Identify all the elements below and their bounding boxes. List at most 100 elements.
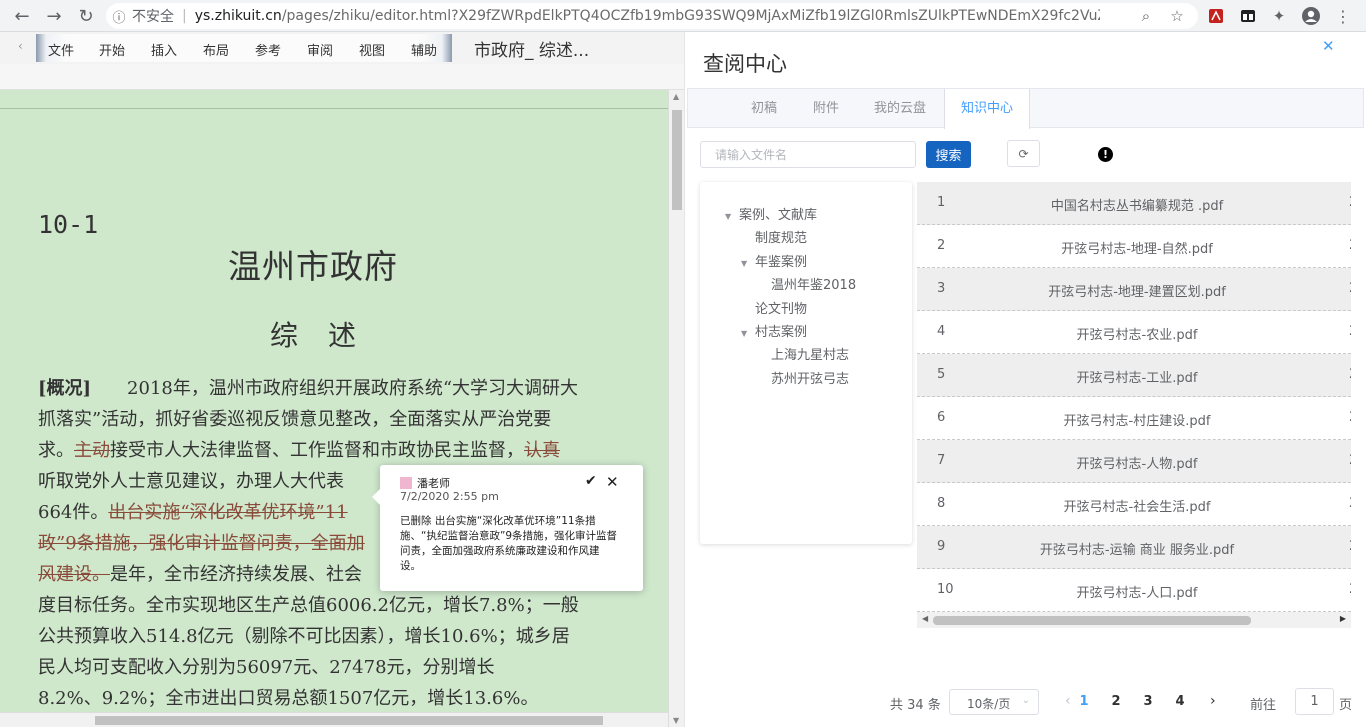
scroll-right-icon[interactable]: ▶ [1340,614,1346,623]
horizontal-scrollbar[interactable] [0,712,668,727]
vertical-scrollbar[interactable]: ▲ ▼ [668,90,684,727]
file-name: 中国名村志丛书编纂规范 .pdf [1050,199,1224,214]
line-text: 求。 [38,440,74,461]
address-bar[interactable]: ⓘ 不安全 | ys.zhikuit.cn/pages/zhiku/editor… [106,3,1198,29]
tree-node[interactable]: 上海九星村志 [757,344,849,363]
info-icon[interactable]: ⓘ [106,7,132,26]
menu-insert[interactable]: 插入 [151,40,177,59]
table-row[interactable]: 9 开弦弓村志-运输 商业 服务业.pdf 2 [917,526,1351,569]
url-text[interactable]: ys.zhikuit.cn/pages/zhiku/editor.html?X2… [195,8,1100,24]
document-page[interactable]: 10-1 温州市政府 综述 [概况] 2018年，温州市政府组织开展政府系统“大… [0,90,668,712]
scroll-down-icon[interactable]: ▼ [673,716,679,725]
tree-node-label: 上海九星村志 [771,348,850,364]
file-name: 开弦弓村志-地理-自然.pdf [1061,242,1213,257]
forward-icon[interactable]: → [42,4,66,28]
menu-assist[interactable]: 辅助 [411,40,437,59]
tab-attachments[interactable]: 附件 [795,89,857,128]
back-icon[interactable]: ← [10,4,34,28]
refresh-icon[interactable]: ⟳ [1007,140,1040,167]
comment-pointer [372,489,380,505]
line-text: 8.2%、9.2%；全市进出口贸易总额1507亿元，增长13.6%。 [38,688,539,709]
tree-node[interactable]: 温州年鉴2018 [757,274,856,293]
page-1[interactable]: 1 [1074,694,1094,709]
document-title: 温州市政府 [228,247,398,286]
file-index: 3 [937,281,946,296]
table-horizontal-scrollbar[interactable]: ◀ ▶ [917,612,1351,628]
table-row[interactable]: 2 开弦弓村志-地理-自然.pdf 2 [917,225,1351,268]
table-row[interactable]: 6 开弦弓村志-村庄建设.pdf 2 [917,397,1351,440]
menu-home[interactable]: 开始 [99,40,125,59]
close-icon[interactable]: ✕ [606,473,619,491]
table-row[interactable]: 1 中国名村志丛书编纂规范 .pdf 2 [917,182,1351,225]
page-4[interactable]: 4 [1170,694,1190,709]
file-cut-column: 2 [1349,238,1351,253]
line-text: 公共预算收入514.8亿元（剔除不可比因素），增长10.6%；城乡居 [38,626,570,647]
file-cut-column: 2 [1349,496,1351,511]
file-name: 开弦弓村志-人口.pdf [1076,586,1198,601]
caret-down-icon[interactable]: ▼ [741,329,755,338]
deleted-text: 认真 [524,440,560,461]
pdf-extension-icon[interactable] [1205,5,1227,27]
file-index: 5 [937,367,946,382]
collapse-left-icon[interactable]: ‹ [18,39,23,53]
file-index: 7 [937,453,946,468]
profile-avatar-icon[interactable] [1300,5,1322,27]
document-number: 10-1 [38,210,99,239]
table-row[interactable]: 8 开弦弓村志-社会生活.pdf 2 [917,483,1351,526]
reload-icon[interactable]: ↻ [74,4,98,28]
page-2[interactable]: 2 [1106,694,1126,709]
file-name: 开弦弓村志-人物.pdf [1076,457,1198,472]
tree-node[interactable]: 制度规范 [741,227,807,246]
ruler [0,64,684,90]
check-icon[interactable]: ✔ [585,473,597,489]
goto-label: 前往 [1250,698,1277,713]
table-scroll-thumb[interactable] [933,616,1251,625]
goto-page-input[interactable]: 1 [1295,688,1334,715]
file-index: 4 [937,324,946,339]
zoom-icon[interactable]: ⌕ [1135,6,1157,26]
tab-knowledge-center[interactable]: 知识中心 [944,89,1030,129]
total-count: 共 34 条 [890,698,941,713]
tab-my-cloud[interactable]: 我的云盘 [857,89,943,128]
search-button[interactable]: 搜索 [926,141,971,168]
menu-review[interactable]: 审阅 [307,40,333,59]
alert-icon: ! [1098,147,1113,162]
caret-down-icon[interactable]: ▼ [741,259,755,268]
menu-references[interactable]: 参考 [255,40,281,59]
comment-body: 已删除 出台实施“深化改革优环境”11条措施、“执纪监督治意政”9条措施，强化审… [400,515,618,572]
page-size-select[interactable]: 10条/页 ⌄ [949,689,1039,715]
horizontal-scroll-thumb[interactable] [95,716,603,725]
menu-file[interactable]: 文件 [48,40,74,59]
tree-node[interactable]: ▼ 年鉴案例 [741,251,807,270]
tree-node[interactable]: ▼ 案例、文献库 [725,204,817,223]
page-3[interactable]: 3 [1138,694,1158,709]
browser-menu-icon[interactable]: ⋮ [1332,5,1354,27]
search-input[interactable] [700,141,916,168]
caret-down-icon[interactable]: ▼ [725,212,739,221]
browser-toolbar: ← → ↻ ⓘ 不安全 | ys.zhikuit.cn/pages/zhiku/… [0,0,1366,32]
tree-node[interactable]: 苏州开弦弓志 [757,368,849,387]
bookmark-star-icon[interactable]: ☆ [1166,6,1188,26]
menu-layout[interactable]: 布局 [203,40,229,59]
menu-view[interactable]: 视图 [359,40,385,59]
panel-tabs: 初稿 附件 我的云盘 知识中心 [687,88,1364,129]
file-index: 1 [937,195,946,210]
tab-extension-icon[interactable] [1237,5,1259,27]
vertical-scroll-thumb[interactable] [672,110,682,210]
table-row[interactable]: 7 开弦弓村志-人物.pdf 2 [917,440,1351,483]
extensions-puzzle-icon[interactable]: ✦ [1268,5,1290,27]
table-row[interactable]: 5 开弦弓村志-工业.pdf 2 [917,354,1351,397]
table-row[interactable]: 10 开弦弓村志-人口.pdf 2 [917,569,1351,612]
tree-node[interactable]: ▼ 村志案例 [741,321,807,340]
table-row[interactable]: 4 开弦弓村志-农业.pdf 2 [917,311,1351,354]
scroll-up-icon[interactable]: ▲ [673,92,679,101]
panel-close-icon[interactable]: ✕ [1322,37,1335,55]
table-row[interactable]: 3 开弦弓村志-地理-建置区划.pdf 2 [917,268,1351,311]
scroll-left-icon[interactable]: ◀ [922,614,928,623]
tab-draft[interactable]: 初稿 [733,89,795,128]
tree-node[interactable]: 论文刊物 [741,298,807,317]
paragraph-line: 664件。出台实施“深化改革优环境”11 [38,498,348,524]
paragraph-line: 听取党外人士意见建议，办理人大代表 [38,467,344,493]
prev-page-icon[interactable]: ‹ [1065,693,1071,709]
next-page-icon[interactable]: › [1210,693,1216,709]
